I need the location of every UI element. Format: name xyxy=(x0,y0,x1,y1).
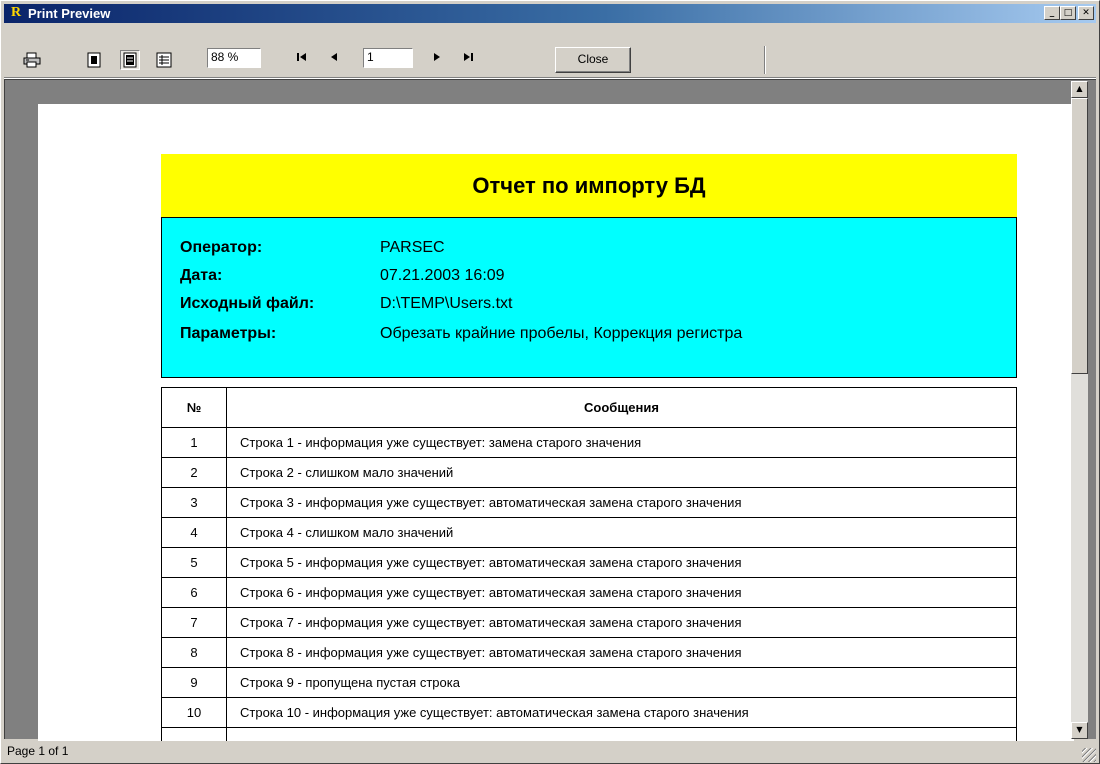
header-messages: Сообщения xyxy=(226,387,1017,428)
row-number: 3 xyxy=(161,487,227,518)
caption-buttons: _ □ ✕ xyxy=(1044,6,1094,21)
scroll-thumb[interactable] xyxy=(1071,98,1088,374)
row-number: 6 xyxy=(161,577,227,608)
row-number: 4 xyxy=(161,517,227,548)
row-message: Строка 1 - информация уже существует: за… xyxy=(226,427,1017,458)
page-width-view-icon[interactable] xyxy=(154,50,174,70)
row-number: 7 xyxy=(161,607,227,638)
page-number-field[interactable]: 1 xyxy=(363,48,413,68)
table-header-row: № Сообщения xyxy=(161,387,1017,428)
toolbar: 88 % 1 Close xyxy=(4,25,1096,79)
row-message: Строка 8 - информация уже существует: ав… xyxy=(226,637,1017,668)
maximize-button[interactable]: □ xyxy=(1060,6,1076,20)
table-row: 8 Строка 8 - информация уже существует: а… xyxy=(161,637,1017,668)
status-bar: Page 1 of 1 xyxy=(4,741,1096,762)
app-icon: R xyxy=(10,5,22,20)
table-row: 1 Строка 1 - информация уже существует: з… xyxy=(161,427,1017,458)
table-row: 6 Строка 6 - информация уже существует: а… xyxy=(161,577,1017,608)
report-info-box: Оператор: PARSEC Дата: 07.21.2003 16:09 … xyxy=(161,217,1017,378)
vertical-scrollbar[interactable]: ▲ ▼ xyxy=(1071,81,1088,739)
info-value: D:\TEMP\Users.txt xyxy=(380,295,513,312)
header-number: № xyxy=(161,387,227,428)
row-message: Строка 4 - слишком мало значений xyxy=(226,517,1017,548)
table-row: 3 Строка 3 - информация уже существует: а… xyxy=(161,487,1017,518)
info-label: Оператор: xyxy=(180,239,263,256)
print-preview-window: R Print Preview _ □ ✕ 88 % 1 Close Отчет… xyxy=(0,0,1100,764)
info-value: PARSEC xyxy=(380,239,445,256)
full-page-view-icon[interactable] xyxy=(120,50,140,70)
info-value: Обрезать крайние пробелы, Коррекция реги… xyxy=(380,325,743,342)
row-message: Строка 7 - информация уже существует: ав… xyxy=(226,607,1017,638)
info-value: 07.21.2003 16:09 xyxy=(380,267,505,284)
table-row: 4 Строка 4 - слишком мало значений xyxy=(161,517,1017,548)
close-button[interactable]: Close xyxy=(555,47,631,73)
row-number: 5 xyxy=(161,547,227,578)
messages-table: № Сообщения 1 Строка 1 - информация уже с… xyxy=(161,387,1017,744)
table-row: 5 Строка 5 - информация уже существует: а… xyxy=(161,547,1017,578)
preview-area[interactable]: Отчет по импорту БД Оператор: PARSEC Дат… xyxy=(4,79,1096,744)
row-message: Строка 5 - информация уже существует: ав… xyxy=(226,547,1017,578)
table-row: 7 Строка 7 - информация уже существует: а… xyxy=(161,607,1017,638)
last-page-icon[interactable] xyxy=(462,51,474,66)
info-label: Дата: xyxy=(180,267,223,284)
print-icon[interactable] xyxy=(22,50,42,70)
row-number: 10 xyxy=(161,697,227,728)
row-message: Строка 9 - пропущена пустая строка xyxy=(226,667,1017,698)
report-title: Отчет по импорту БД xyxy=(161,154,1017,217)
close-window-button[interactable]: ✕ xyxy=(1078,6,1094,20)
single-page-view-icon[interactable] xyxy=(84,50,104,70)
previous-page-icon[interactable] xyxy=(329,51,339,66)
page-status-text: Page 1 of 1 xyxy=(7,744,69,758)
table-row: 10 Строка 10 - информация уже существует:… xyxy=(161,697,1017,728)
next-page-icon[interactable] xyxy=(432,51,442,66)
table-row: 2 Строка 2 - слишком мало значений xyxy=(161,457,1017,488)
window-title: Print Preview xyxy=(28,6,111,21)
info-label: Параметры: xyxy=(180,325,277,342)
row-number: 1 xyxy=(161,427,227,458)
scroll-up-icon[interactable]: ▲ xyxy=(1071,81,1088,98)
first-page-icon[interactable] xyxy=(296,51,308,66)
report-page: Отчет по импорту БД Оператор: PARSEC Дат… xyxy=(38,104,1074,744)
resize-grip-icon[interactable] xyxy=(1082,748,1096,762)
row-message: Строка 6 - информация уже существует: ав… xyxy=(226,577,1017,608)
table-row: 9 Строка 9 - пропущена пустая строка xyxy=(161,667,1017,698)
scroll-down-icon[interactable]: ▼ xyxy=(1071,722,1088,739)
row-message: Строка 2 - слишком мало значений xyxy=(226,457,1017,488)
title-bar[interactable]: R Print Preview _ □ ✕ xyxy=(4,4,1096,23)
toolbar-separator xyxy=(764,46,766,74)
row-number: 8 xyxy=(161,637,227,668)
minimize-button[interactable]: _ xyxy=(1044,6,1060,20)
zoom-field[interactable]: 88 % xyxy=(207,48,261,68)
row-message: Строка 10 - информация уже существует: а… xyxy=(226,697,1017,728)
info-label: Исходный файл: xyxy=(180,295,315,312)
row-message: Строка 3 - информация уже существует: ав… xyxy=(226,487,1017,518)
row-number: 9 xyxy=(161,667,227,698)
row-number: 2 xyxy=(161,457,227,488)
